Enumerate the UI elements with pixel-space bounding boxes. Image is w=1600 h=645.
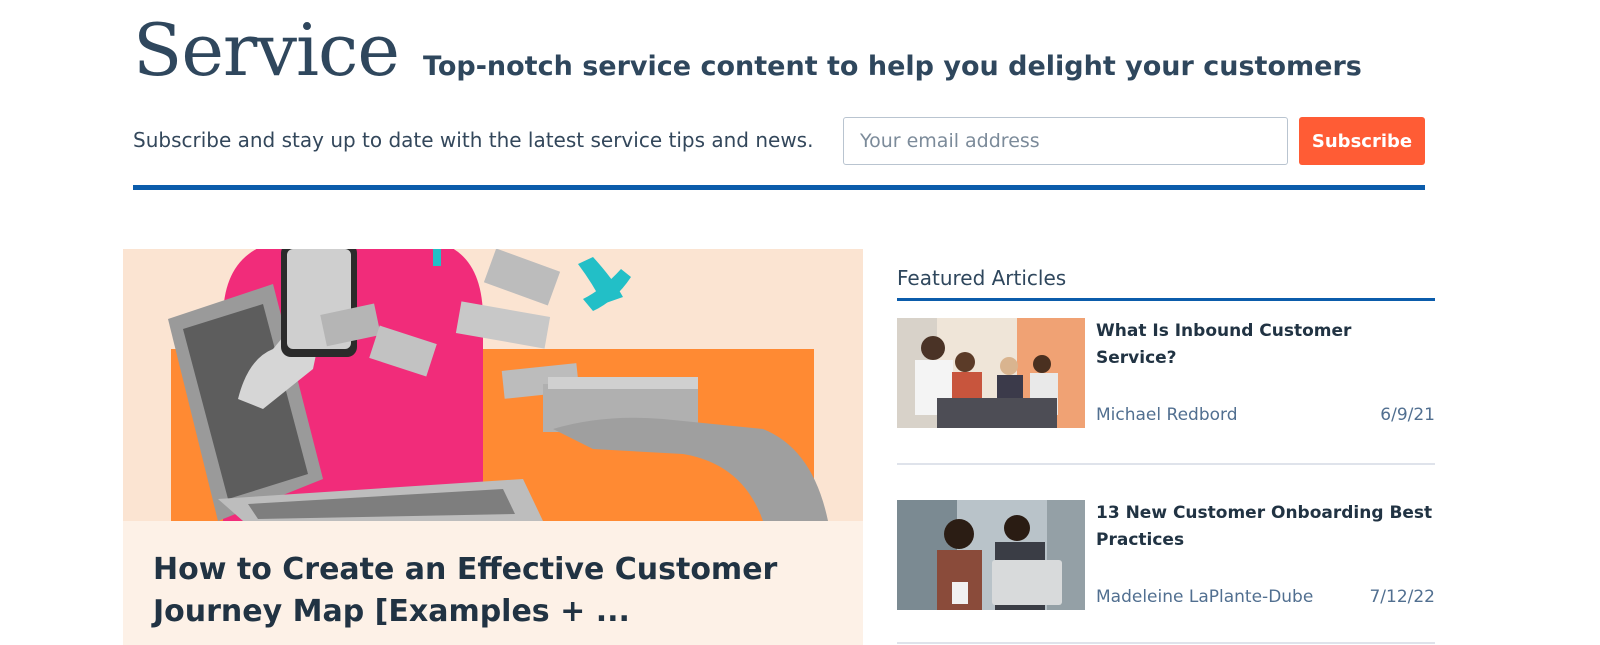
featured-divider xyxy=(897,298,1435,301)
article-thumbnail[interactable] xyxy=(897,500,1085,610)
article-title[interactable]: 13 New Customer Onboarding Best Practice… xyxy=(1096,500,1435,554)
featured-article[interactable]: 13 New Customer Onboarding Best Practice… xyxy=(897,500,1435,645)
article-author[interactable]: Michael Redbord xyxy=(1096,405,1238,425)
article-divider xyxy=(897,463,1435,465)
article-divider xyxy=(897,642,1435,644)
hero-article-card[interactable]: How to Create an Effective Customer Jour… xyxy=(123,249,863,645)
page-title: Service xyxy=(133,8,400,92)
subscribe-description: Subscribe and stay up to date with the l… xyxy=(133,128,814,152)
subscribe-button[interactable]: Subscribe xyxy=(1299,117,1425,165)
article-date: 6/9/21 xyxy=(1380,405,1435,425)
hero-article-title[interactable]: How to Create an Effective Customer Jour… xyxy=(153,549,843,633)
article-date: 7/12/22 xyxy=(1369,587,1435,607)
featured-heading: Featured Articles xyxy=(897,266,1067,290)
hero-image[interactable] xyxy=(123,249,863,521)
featured-article[interactable]: What Is Inbound Customer Service? Michae… xyxy=(897,318,1435,468)
header-divider xyxy=(133,185,1425,190)
article-thumbnail[interactable] xyxy=(897,318,1085,428)
article-author[interactable]: Madeleine LaPlante-Dube xyxy=(1096,587,1313,607)
page-header: Service Top-notch service content to hel… xyxy=(133,14,1362,86)
article-title[interactable]: What Is Inbound Customer Service? xyxy=(1096,318,1435,372)
email-input[interactable] xyxy=(843,117,1288,165)
page-tagline: Top-notch service content to help you de… xyxy=(423,51,1362,82)
